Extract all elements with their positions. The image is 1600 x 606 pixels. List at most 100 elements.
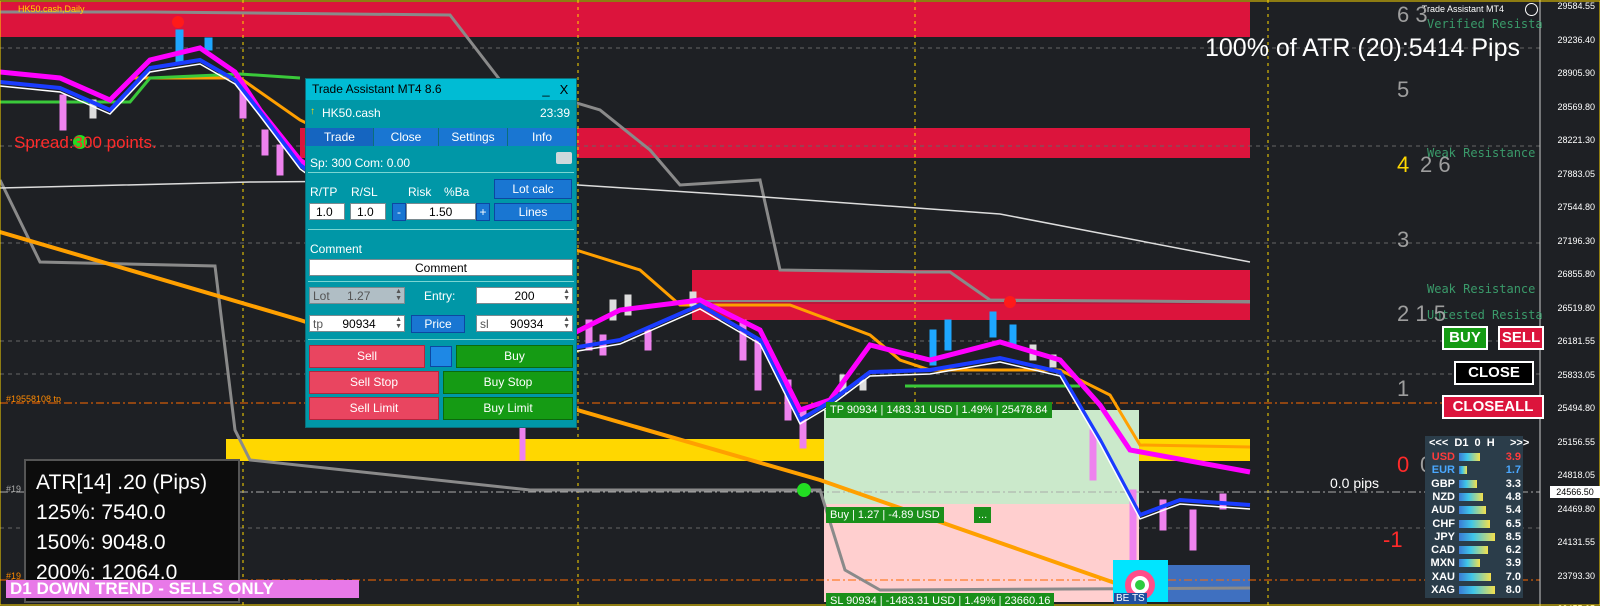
sl-info-label[interactable]: SL 90934 | -1483.31 USD | 1.49% | 23660.… — [826, 593, 1055, 606]
currency-row: CAD 6.2 — [1425, 544, 1523, 556]
buy-button[interactable]: Buy — [456, 345, 573, 368]
chart-sell-button[interactable]: SELL — [1498, 326, 1544, 350]
panel-symbol: HK50.cash — [322, 106, 381, 120]
sl-value: 90934 — [510, 317, 544, 331]
trade-assistant-title: Trade Assistant MT4 8.6 — [312, 82, 442, 96]
sell-stop-button[interactable]: Sell Stop — [309, 371, 439, 394]
level-label-minus-1: -1 — [1383, 527, 1403, 552]
chart-closeall-button[interactable]: CLOSEALL — [1442, 395, 1544, 419]
tp-label: tp — [313, 317, 324, 331]
strength-bar — [1459, 492, 1483, 501]
risk-input[interactable]: 1.50 — [406, 203, 476, 220]
currency-row: USD 3.9 — [1425, 451, 1523, 463]
lot-calc-button[interactable]: Lot calc — [494, 179, 572, 199]
chart-buy-button[interactable]: BUY — [1442, 326, 1488, 350]
price-chart[interactable]: HK50.cash,Daily Trade Assistant MT4 100%… — [0, 0, 1600, 606]
strength-bar — [1459, 559, 1480, 568]
currency-name: EUR — [1431, 464, 1455, 477]
tab-settings[interactable]: Settings — [439, 128, 508, 146]
price-axis-label: 25494.80 — [1557, 403, 1595, 413]
price-axis-label: 24469.80 — [1557, 503, 1595, 514]
direction-toggle-button[interactable] — [430, 346, 452, 367]
buy-info-more[interactable]: ... — [974, 507, 992, 523]
currency-name: NZD — [1432, 490, 1455, 503]
sell-limit-button[interactable]: Sell Limit — [309, 397, 439, 420]
price-axis-label: 28221.30 — [1557, 135, 1595, 145]
currency-value: 6.2 — [1505, 544, 1521, 557]
price-button[interactable]: Price — [411, 315, 465, 333]
tp-spinner-icon[interactable]: ▲ ▼ — [395, 316, 402, 330]
currency-name: MXN — [1430, 557, 1455, 570]
entry-spinner-icon[interactable]: ▲ ▼ — [563, 288, 570, 302]
level-label-6-3: 6 3 — [1397, 2, 1428, 27]
currency-value: 4.8 — [1505, 490, 1521, 503]
lot-input[interactable]: Lot 1.27 ▲ ▼ — [309, 287, 405, 304]
tp-info-label[interactable]: TP 90934 | 1483.31 USD | 1.49% | 25478.8… — [826, 402, 1052, 418]
currency-strength-panel: <<< D1 0 H >>> USD 3.9 EUR 1.7 GBP 3.3 NZD 4.8 A… — [1425, 436, 1529, 598]
lot-spinner-icon[interactable]: ▲ ▼ — [395, 288, 402, 302]
atr-line-2: 125%: 7540.0 — [36, 501, 166, 524]
currency-value: 8.0 — [1505, 584, 1521, 596]
rsl-input[interactable]: 1.0 — [350, 203, 386, 220]
level-label-2-1-5: 2 1 5 — [1397, 301, 1446, 326]
price-axis-label: 26519.80 — [1557, 302, 1595, 313]
currency-name: CAD — [1431, 544, 1455, 557]
strength-bar — [1459, 453, 1480, 461]
lines-button[interactable]: Lines — [494, 203, 572, 221]
currency-value: 5.4 — [1505, 504, 1521, 517]
tp-value: 90934 — [342, 317, 376, 331]
price-axis-label: 25156.55 — [1557, 436, 1595, 447]
camera-icon[interactable] — [556, 152, 572, 164]
entry-value: 200 — [514, 289, 535, 303]
close-panel-button[interactable]: X — [556, 79, 572, 100]
currency-panel-header[interactable]: <<< D1 0 H >>> — [1425, 437, 1529, 449]
balance-percent-label: %Ba — [444, 185, 470, 199]
lot-label: Lot — [313, 289, 330, 303]
currency-value: 6.5 — [1505, 517, 1521, 530]
currency-name: USD — [1431, 451, 1455, 463]
sl-input[interactable]: sl 90934 ▲ ▼ — [476, 315, 573, 332]
price-axis-label: 24818.05 — [1557, 470, 1595, 480]
risk-plus-button[interactable]: + — [476, 203, 490, 221]
tp-input[interactable]: tp 90934 ▲ ▼ — [309, 315, 405, 332]
sl-spinner-icon[interactable]: ▲ ▼ — [563, 316, 570, 330]
level-label-3: 3 — [1397, 227, 1410, 252]
currency-row: CHF 6.5 — [1425, 518, 1523, 530]
buy-limit-button[interactable]: Buy Limit — [443, 397, 573, 420]
sl-label: sl — [480, 317, 489, 331]
atr-line-3: 150%: 9048.0 — [36, 531, 166, 554]
level-label-0-red: 0 — [1397, 452, 1410, 477]
buy-info-label[interactable]: Buy | 1.27 | -4.89 USD — [826, 507, 944, 523]
price-axis-label: 26181.55 — [1557, 336, 1595, 346]
chart-close-button[interactable]: CLOSE — [1454, 361, 1534, 385]
currency-row: JPY 8.5 — [1425, 531, 1523, 543]
currency-value: 1.7 — [1505, 464, 1521, 477]
buy-stop-button[interactable]: Buy Stop — [443, 371, 573, 394]
comment-label: Comment — [310, 242, 363, 256]
minimize-button[interactable]: _ — [538, 79, 554, 100]
smiley-icon — [1525, 3, 1538, 16]
risk-minus-button[interactable]: - — [392, 203, 406, 221]
currency-value: 7.0 — [1505, 570, 1521, 583]
indicator-name: Trade Assistant MT4 — [1421, 4, 1504, 14]
tab-close[interactable]: Close — [374, 128, 439, 146]
order-tag-tp: #19558108 tp — [6, 394, 62, 404]
comment-input[interactable]: Comment — [309, 259, 573, 276]
price-axis-label: 26855.80 — [1557, 269, 1595, 279]
strength-bar — [1459, 586, 1496, 594]
strength-bar — [1459, 506, 1486, 515]
tab-info[interactable]: Info — [508, 128, 577, 146]
entry-label: Entry: — [424, 289, 456, 303]
currency-value: 3.3 — [1505, 477, 1521, 490]
currency-row: EUR 1.7 — [1425, 464, 1523, 476]
tab-trade[interactable]: Trade — [306, 128, 374, 146]
rtp-input[interactable]: 1.0 — [309, 203, 345, 220]
trade-assistant-titlebar[interactable]: Trade Assistant MT4 8.6 _ X — [306, 79, 576, 100]
be-ts-label[interactable]: BE TS — [1114, 593, 1147, 604]
trade-assistant-panel[interactable]: Trade Assistant MT4 8.6 _ X ↑ HK50.cash … — [305, 78, 577, 428]
lot-value: 1.27 — [347, 289, 371, 303]
entry-input[interactable]: 200 ▲ ▼ — [476, 287, 573, 304]
level-label-1: 1 — [1397, 376, 1410, 401]
sell-button[interactable]: Sell — [309, 345, 425, 368]
atr-percent-label: 100% of ATR (20):5414 Pips — [1205, 34, 1520, 62]
